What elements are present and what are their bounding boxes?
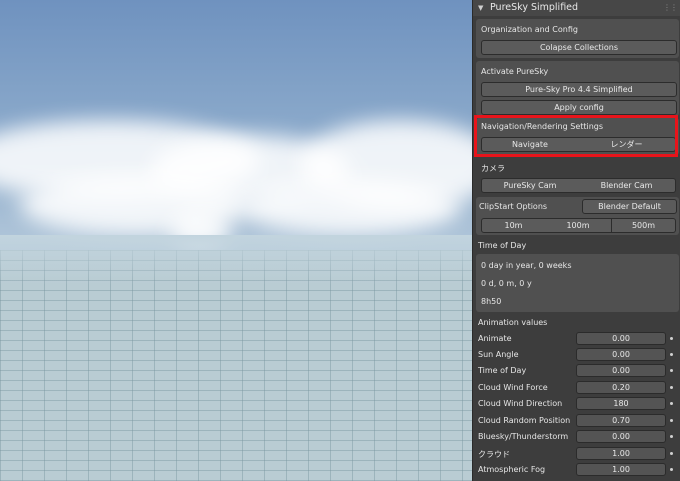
anim-value-field[interactable]: 0.00: [576, 430, 666, 443]
horizon-haze: [0, 235, 472, 285]
keyframe-dot-icon[interactable]: [670, 419, 673, 422]
anim-row-bluesky-thunderstorm: Bluesky/Thunderstorm 0.00: [473, 429, 680, 445]
keyframe-dot-icon[interactable]: [670, 452, 673, 455]
panel-header[interactable]: ▼ PureSky Simplified ⋮⋮: [473, 0, 680, 16]
keyframe-dot-icon[interactable]: [670, 435, 673, 438]
blender-cam-button[interactable]: Blender Cam: [578, 178, 676, 193]
anim-row-label: Cloud Wind Force: [478, 383, 548, 392]
anim-value-field[interactable]: 0.70: [576, 414, 666, 427]
time-line-3: 8h50: [481, 297, 502, 306]
anim-row-label: Sun Angle: [478, 350, 519, 359]
time-label: Time of Day: [478, 241, 527, 250]
triangle-down-icon[interactable]: ▼: [478, 0, 483, 16]
time-line-1: 0 day in year, 0 weeks: [481, 261, 572, 270]
anim-row-cloud-wind-force: Cloud Wind Force 0.20: [473, 380, 680, 396]
anim-value-field[interactable]: 0.00: [576, 364, 666, 377]
clipstart-section: ClipStart Options Blender Default 10m 10…: [476, 197, 679, 235]
org-section: Organization and Config Colapse Collecti…: [476, 19, 679, 58]
keyframe-dot-icon[interactable]: [670, 468, 673, 471]
anim-value-field[interactable]: 0.20: [576, 381, 666, 394]
anim-value-field[interactable]: 1.00: [576, 447, 666, 460]
apply-config-button[interactable]: Apply config: [481, 100, 677, 115]
3d-viewport[interactable]: [0, 0, 472, 481]
keyframe-dot-icon[interactable]: [670, 369, 673, 372]
camera-label: カメラ: [481, 164, 505, 173]
anim-value-field[interactable]: 180: [576, 397, 666, 410]
anim-row-atmospheric-fog: Atmospheric Fog 1.00: [473, 462, 680, 478]
anim-row-cloud-random-position: Cloud Random Position 0.70: [473, 413, 680, 429]
panel-title: PureSky Simplified: [490, 2, 579, 13]
highlight-box: [474, 115, 678, 157]
anim-row-label: Bluesky/Thunderstorm: [478, 432, 569, 441]
keyframe-dot-icon[interactable]: [670, 386, 673, 389]
anim-row-sun-angle: Sun Angle 0.00: [473, 347, 680, 363]
keyframe-dot-icon[interactable]: [670, 402, 673, 405]
activate-label: Activate PureSky: [481, 67, 549, 76]
preset-button[interactable]: Pure-Sky Pro 4.4 Simplified: [481, 82, 677, 97]
anim-row-cloud: クラウド 1.00: [473, 446, 680, 462]
grip-dots-icon[interactable]: ⋮⋮: [663, 0, 678, 16]
anim-value-field[interactable]: 0.00: [576, 332, 666, 345]
keyframe-dot-icon[interactable]: [670, 337, 673, 340]
anim-value-field[interactable]: 1.00: [576, 463, 666, 476]
animation-rows: Animate 0.00 Sun Angle 0.00 Time of Day …: [473, 330, 680, 481]
anim-row-time-of-day: Time of Day 0.00: [473, 363, 680, 379]
time-line-2: 0 d, 0 m, 0 y: [481, 279, 532, 288]
anim-row-label: Animate: [478, 334, 512, 343]
org-label: Organization and Config: [481, 25, 578, 34]
anim-row-cloud-wind-direction: Cloud Wind Direction 180: [473, 396, 680, 412]
anim-row-label: Atmospheric Fog: [478, 465, 546, 474]
animation-label: Animation values: [478, 318, 548, 327]
anim-row-animate: Animate 0.00: [473, 331, 680, 347]
anim-row-label: Cloud Wind Direction: [478, 399, 563, 408]
clip-100m-button[interactable]: 100m: [545, 218, 612, 233]
anim-row-label: Cloud Random Position: [478, 416, 571, 425]
cloud: [240, 180, 460, 235]
puresky-panel: ▼ PureSky Simplified ⋮⋮ Organization and…: [472, 0, 680, 481]
anim-row-label: クラウド: [478, 450, 510, 459]
clip-10m-button[interactable]: 10m: [481, 218, 546, 233]
collapse-collections-button[interactable]: Colapse Collections: [481, 40, 677, 55]
keyframe-dot-icon[interactable]: [670, 353, 673, 356]
puresky-cam-button[interactable]: PureSky Cam: [481, 178, 579, 193]
anim-row-label: Time of Day: [478, 366, 527, 375]
blender-default-button[interactable]: Blender Default: [582, 199, 677, 214]
anim-value-field[interactable]: 0.00: [576, 348, 666, 361]
time-info-box: 0 day in year, 0 weeks 0 d, 0 m, 0 y 8h5…: [476, 254, 679, 312]
activate-section: Activate PureSky Pure-Sky Pro 4.4 Simpli…: [476, 61, 679, 116]
clip-500m-button[interactable]: 500m: [612, 218, 676, 233]
clipstart-label: ClipStart Options: [479, 202, 548, 211]
